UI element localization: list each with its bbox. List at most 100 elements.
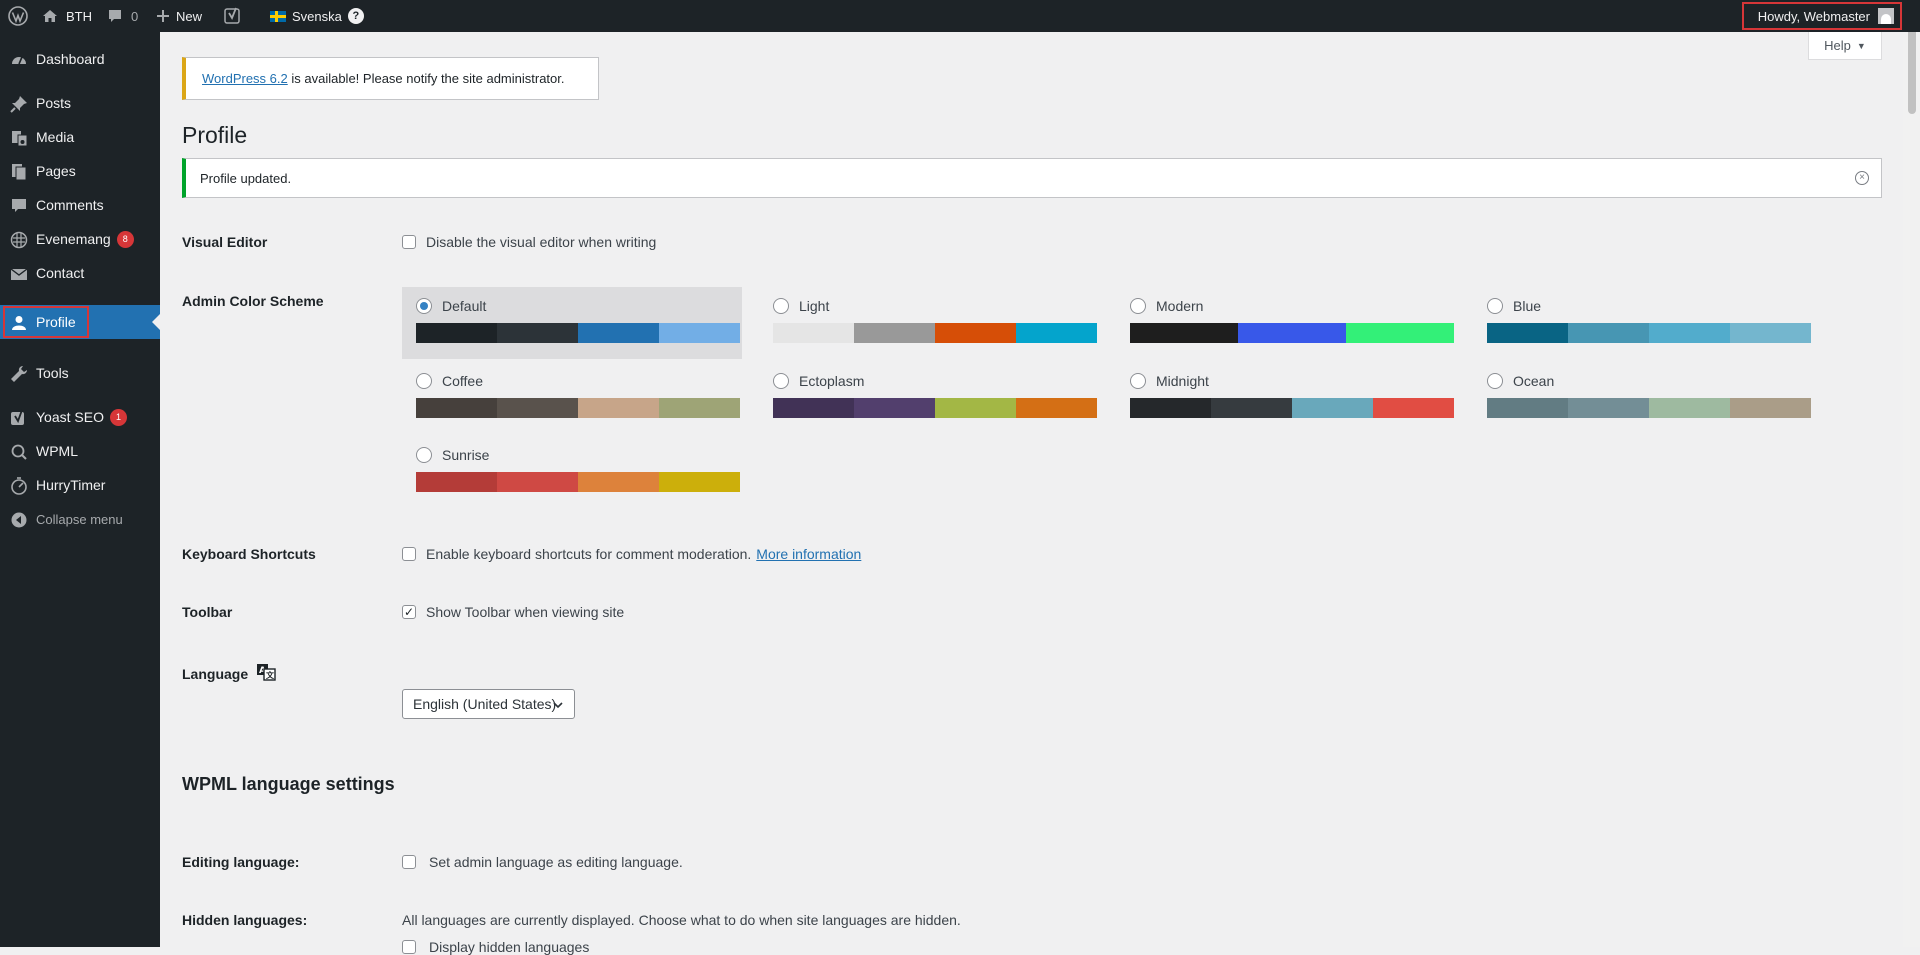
update-notice-text: is available! Please notify the site adm…: [287, 71, 565, 86]
wordpress-logo-icon[interactable]: [8, 0, 28, 32]
color-scheme-header: Ectoplasm: [773, 372, 1085, 390]
hidden-languages-field[interactable]: Display hidden languages: [402, 939, 589, 955]
color-swatch: [1016, 398, 1097, 418]
keyboard-shortcuts-checkbox[interactable]: [402, 547, 416, 561]
scroll-thumb[interactable]: [1908, 22, 1916, 114]
color-scheme-option-blue[interactable]: Blue: [1473, 287, 1813, 359]
color-scheme-radio[interactable]: [1130, 298, 1146, 314]
color-scheme-option-sunrise[interactable]: Sunrise: [402, 436, 742, 508]
translation-icon: A文: [256, 663, 276, 684]
color-scheme-header: Blue: [1487, 297, 1799, 315]
keyboard-shortcuts-label: Keyboard Shortcuts: [182, 546, 316, 562]
color-scheme-radio[interactable]: [416, 447, 432, 463]
color-scheme-option-midnight[interactable]: Midnight: [1116, 362, 1456, 434]
help-tab-button[interactable]: Help ▼: [1808, 32, 1882, 60]
toolbar-field[interactable]: Show Toolbar when viewing site: [402, 604, 624, 620]
color-scheme-radio[interactable]: [416, 298, 432, 314]
pushpin-icon: [10, 95, 28, 113]
dashboard-icon: [10, 51, 28, 69]
hidden-languages-label: Hidden languages:: [182, 912, 308, 928]
sidebar-item-yoast-seo[interactable]: Yoast SEO 1: [0, 400, 160, 434]
wordpress-update-link[interactable]: WordPress 6.2: [202, 71, 288, 86]
keyboard-shortcuts-field[interactable]: Enable keyboard shortcuts for comment mo…: [402, 546, 861, 562]
color-swatch: [1016, 323, 1097, 343]
sidebar-item-comments[interactable]: Comments: [0, 188, 160, 222]
color-swatch: [1130, 398, 1211, 418]
my-account-menu[interactable]: Howdy, Webmaster: [1741, 2, 1902, 30]
color-swatch: [1238, 323, 1346, 343]
site-name-link[interactable]: BTH: [42, 0, 92, 32]
color-swatch: [1211, 398, 1292, 418]
color-scheme-option-ectoplasm[interactable]: Ectoplasm: [759, 362, 1099, 434]
language-select[interactable]: English (United States): [402, 689, 575, 719]
color-swatch: [1373, 398, 1454, 418]
sidebar-item-hurrytimer[interactable]: HurryTimer: [0, 468, 160, 502]
language-switcher[interactable]: Svenska ?: [270, 0, 364, 32]
yoast-menu[interactable]: [224, 0, 242, 32]
color-scheme-radio[interactable]: [1487, 298, 1503, 314]
color-swatch: [854, 398, 935, 418]
sidebar-item-pages[interactable]: Pages: [0, 154, 160, 188]
sidebar-item-wpml[interactable]: WPML: [0, 434, 160, 468]
sidebar-item-evenemang[interactable]: Evenemang 8: [0, 222, 160, 256]
color-swatch: [1649, 323, 1730, 343]
color-scheme-option-ocean[interactable]: Ocean: [1473, 362, 1813, 434]
page-title: Profile: [182, 122, 248, 148]
color-scheme-radio[interactable]: [416, 373, 432, 389]
disable-visual-editor-checkbox[interactable]: [402, 235, 416, 249]
color-swatch: [773, 398, 854, 418]
plus-icon: [156, 9, 170, 23]
user-icon: [10, 314, 28, 332]
update-notice: WordPress 6.2 is available! Please notif…: [182, 57, 599, 100]
color-swatch: [497, 472, 578, 492]
editing-language-checkbox[interactable]: [402, 855, 416, 869]
color-scheme-radio[interactable]: [773, 298, 789, 314]
sidebar-item-media[interactable]: Media: [0, 120, 160, 154]
show-toolbar-checkbox[interactable]: [402, 605, 416, 619]
editing-language-field[interactable]: Set admin language as editing language.: [402, 854, 683, 870]
color-scheme-option-default[interactable]: Default: [402, 287, 742, 359]
color-swatches: [1487, 398, 1811, 418]
color-swatch: [935, 398, 1016, 418]
sidebar-item-label: HurryTimer: [36, 477, 106, 493]
display-hidden-languages-checkbox[interactable]: [402, 940, 416, 954]
color-scheme-option-light[interactable]: Light: [759, 287, 1099, 359]
sidebar-item-dashboard[interactable]: Dashboard: [0, 42, 160, 76]
color-scheme-name: Blue: [1513, 298, 1542, 314]
wpml-section-title: WPML language settings: [182, 774, 395, 794]
color-swatches: [1130, 323, 1454, 343]
color-swatches: [1487, 323, 1811, 343]
main-content: Help ▼ WordPress 6.2 is available! Pleas…: [160, 32, 1920, 955]
visual-editor-field[interactable]: Disable the visual editor when writing: [402, 234, 656, 250]
comment-icon: [10, 197, 28, 215]
more-information-link[interactable]: More information: [756, 546, 861, 562]
help-label: Help: [1824, 38, 1851, 53]
avatar: [1878, 8, 1894, 24]
color-scheme-header: Default: [416, 297, 728, 315]
sidebar-item-tools[interactable]: Tools: [0, 356, 160, 390]
color-scheme-radio[interactable]: [773, 373, 789, 389]
dismiss-icon[interactable]: ×: [1855, 171, 1869, 185]
collapse-menu-button[interactable]: Collapse menu: [0, 502, 160, 536]
color-scheme-option-coffee[interactable]: Coffee: [402, 362, 742, 434]
keyboard-shortcuts-option: Enable keyboard shortcuts for comment mo…: [426, 546, 752, 562]
comments-link[interactable]: 0: [107, 0, 138, 32]
color-swatch: [1649, 398, 1730, 418]
notice-text: Profile updated.: [200, 170, 292, 186]
color-scheme-option-modern[interactable]: Modern: [1116, 287, 1456, 359]
scrollbar[interactable]: [1903, 0, 1920, 947]
visual-editor-label: Visual Editor: [182, 234, 268, 250]
language-label: Language: [182, 665, 249, 682]
sidebar-item-posts[interactable]: Posts: [0, 86, 160, 120]
sidebar-item-label: WPML: [36, 443, 78, 459]
sidebar-item-profile[interactable]: Profile: [0, 305, 160, 339]
calendar-icon: [10, 231, 28, 249]
sidebar-item-contact[interactable]: Contact: [0, 256, 160, 290]
color-swatch: [854, 323, 935, 343]
toolbar-label: Toolbar: [182, 604, 233, 620]
color-scheme-radio[interactable]: [1130, 373, 1146, 389]
caret-down-icon: ▼: [1856, 40, 1866, 51]
color-scheme-radio[interactable]: [1487, 373, 1503, 389]
new-content-link[interactable]: New: [156, 0, 202, 32]
sidebar-item-label: Yoast SEO: [36, 409, 104, 425]
